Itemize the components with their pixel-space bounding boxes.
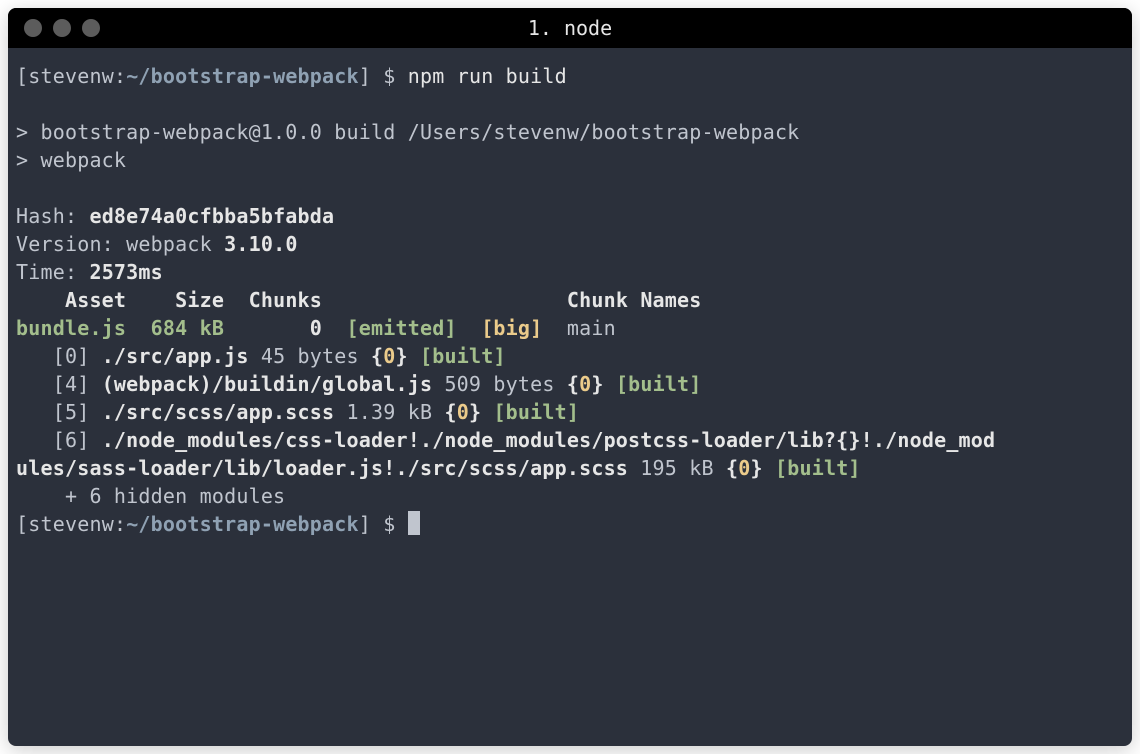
module-path: ./src/scss/app.scss: [102, 400, 335, 424]
module-size: 45 bytes: [249, 344, 371, 368]
bundle-size: 684 kB: [126, 316, 224, 340]
command-text: npm run build: [408, 64, 567, 88]
npm-script-line1: > bootstrap-webpack@1.0.0 build /Users/s…: [16, 120, 799, 144]
module-size: 195 kB: [628, 456, 726, 480]
built-tag: [built]: [408, 344, 506, 368]
bundle-name: bundle.js: [16, 316, 126, 340]
version-label: Version: webpack: [16, 232, 224, 256]
gap: [457, 316, 481, 340]
terminal-window: 1. node [stevenw:~/bootstrap-webpack] $ …: [8, 8, 1132, 746]
brace: {: [444, 400, 456, 424]
module-path-part2: ules/sass-loader/lib/loader.js!./src/scs…: [16, 456, 628, 480]
close-icon[interactable]: [24, 19, 42, 37]
module-chunk: 0: [579, 372, 591, 396]
header-chunk-names: Chunk Names: [567, 288, 702, 312]
brace: }: [591, 372, 603, 396]
hash-label: Hash:: [16, 204, 89, 228]
hidden-modules: + 6 hidden modules: [16, 484, 285, 508]
bundle-chunk: 0: [224, 316, 346, 340]
npm-script-line2: > webpack: [16, 148, 126, 172]
module-index: [4]: [16, 372, 102, 396]
version-value: 3.10.0: [224, 232, 297, 256]
module-index: [0]: [16, 344, 102, 368]
header-chunks: Chunks: [224, 288, 322, 312]
terminal-body[interactable]: [stevenw:~/bootstrap-webpack] $ npm run …: [8, 48, 1132, 746]
minimize-icon[interactable]: [53, 19, 71, 37]
module-row-6-line2: ules/sass-loader/lib/loader.js!./src/scs…: [16, 456, 861, 480]
window-title: 1. node: [528, 16, 612, 40]
module-index: [5]: [16, 400, 102, 424]
brace: }: [396, 344, 408, 368]
module-index: [6]: [16, 428, 102, 452]
module-path: ./src/app.js: [102, 344, 249, 368]
bracket-open: [: [16, 512, 28, 536]
bracket-close: ] $: [359, 64, 408, 88]
cursor-icon: [408, 511, 420, 535]
big-tag: [big]: [481, 316, 542, 340]
hash-line: Hash: ed8e74a0cfbba5bfabda: [16, 204, 334, 228]
module-chunk: 0: [383, 344, 395, 368]
prompt-path: ~/bootstrap-webpack: [126, 64, 359, 88]
module-size: 1.39 kB: [334, 400, 444, 424]
brace: {: [371, 344, 383, 368]
bundle-row: bundle.js 684 kB 0 [emitted] [big] main: [16, 316, 616, 340]
time-label: Time:: [16, 260, 89, 284]
prompt-user: stevenw: [28, 64, 114, 88]
prompt-line: [stevenw:~/bootstrap-webpack] $ npm run …: [16, 64, 567, 88]
module-chunk: 0: [738, 456, 750, 480]
chunk-name: main: [567, 316, 616, 340]
module-row-4: [4] (webpack)/buildin/global.js 509 byte…: [16, 372, 702, 396]
brace: }: [469, 400, 481, 424]
module-row-5: [5] ./src/scss/app.scss 1.39 kB {0} [bui…: [16, 400, 579, 424]
built-tag: [built]: [481, 400, 579, 424]
time-value: 2573ms: [89, 260, 162, 284]
prompt-path: ~/bootstrap-webpack: [126, 512, 359, 536]
header-asset: Asset: [16, 288, 126, 312]
header-spacer: [322, 288, 567, 312]
time-line: Time: 2573ms: [16, 260, 163, 284]
module-size: 509 bytes: [432, 372, 567, 396]
brace: {: [567, 372, 579, 396]
prompt-user: stevenw: [28, 512, 114, 536]
gap: [542, 316, 566, 340]
built-tag: [built]: [763, 456, 861, 480]
brace: {: [726, 456, 738, 480]
table-header: Asset Size Chunks Chunk Names: [16, 288, 702, 312]
prompt-sep: :: [114, 64, 126, 88]
module-row-0: [0] ./src/app.js 45 bytes {0} [built]: [16, 344, 506, 368]
bracket-open: [: [16, 64, 28, 88]
module-row-6: [6] ./node_modules/css-loader!./node_mod…: [16, 428, 995, 452]
version-line: Version: webpack 3.10.0: [16, 232, 298, 256]
traffic-lights: [8, 19, 100, 37]
titlebar[interactable]: 1. node: [8, 8, 1132, 48]
header-size: Size: [126, 288, 224, 312]
zoom-icon[interactable]: [82, 19, 100, 37]
brace: }: [751, 456, 763, 480]
module-path: (webpack)/buildin/global.js: [102, 372, 433, 396]
emitted-tag: [emitted]: [347, 316, 457, 340]
module-path-part1: ./node_modules/css-loader!./node_modules…: [102, 428, 996, 452]
prompt-sep: :: [114, 512, 126, 536]
bracket-close: ] $: [359, 512, 408, 536]
hash-value: ed8e74a0cfbba5bfabda: [89, 204, 334, 228]
module-chunk: 0: [457, 400, 469, 424]
prompt-line-2: [stevenw:~/bootstrap-webpack] $: [16, 512, 420, 536]
built-tag: [built]: [604, 372, 702, 396]
